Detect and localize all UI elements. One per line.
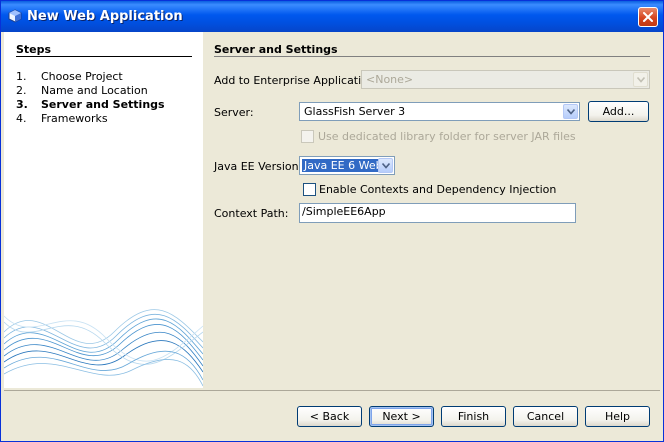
enterprise-application-combo: <None> [361,70,650,89]
server-value: GlassFish Server 3 [304,105,406,118]
step-label: Choose Project [41,70,123,83]
server-combo[interactable]: GlassFish Server 3 [299,102,580,121]
step-server-and-settings: 3. Server and Settings [16,98,165,111]
finish-button[interactable]: Finish [441,406,506,427]
step-number: 4. [16,112,27,125]
enterprise-application-label: Add to Enterprise Application: [214,74,379,87]
new-web-application-dialog: New Web Application Steps 1. Choose Proje… [0,0,664,442]
step-label: Server and Settings [41,98,165,111]
javaee-version-combo[interactable]: Java EE 6 Web [299,156,395,175]
close-icon [643,12,653,22]
close-button[interactable] [638,7,658,27]
step-name-and-location: 2. Name and Location [16,84,148,97]
chevron-down-icon [567,109,575,115]
step-choose-project: 1. Choose Project [16,70,123,83]
add-server-button[interactable]: Add... [588,101,649,122]
title-bar[interactable]: New Web Application [1,1,663,32]
netbeans-cube-icon [8,9,22,23]
server-label: Server: [214,106,254,119]
decorative-wave-graphic [4,309,203,387]
context-path-input[interactable] [302,205,572,218]
back-button[interactable]: < Back [297,406,362,427]
library-folder-label: Use dedicated library folder for server … [318,130,576,143]
dropdown-button[interactable] [563,104,578,119]
chevron-down-icon [637,77,645,83]
chevron-down-icon [382,163,390,169]
cdi-checkbox[interactable] [303,183,316,196]
section-heading: Server and Settings [214,43,338,56]
step-number: 1. [16,70,27,83]
steps-divider [16,56,192,57]
javaee-version-value: Java EE 6 Web [302,159,385,172]
cancel-button[interactable]: Cancel [513,406,578,427]
help-button[interactable]: Help [585,406,650,427]
dropdown-button[interactable] [378,158,393,173]
steps-panel: Steps 1. Choose Project 2. Name and Locati… [4,32,203,388]
javaee-version-label: Java EE Version: [214,160,303,173]
settings-panel: Server and Settings Add to Enterprise Ap… [203,32,660,388]
step-label: Frameworks [41,112,108,125]
button-bar-divider [4,390,660,391]
step-frameworks: 4. Frameworks [16,112,108,125]
step-number: 3. [16,98,28,111]
next-button[interactable]: Next > [369,406,434,427]
context-path-label: Context Path: [214,207,289,220]
dropdown-button [633,72,648,87]
context-path-field[interactable] [299,203,576,223]
steps-heading: Steps [16,43,52,56]
step-number: 2. [16,84,27,97]
library-folder-checkbox [301,130,314,143]
enterprise-application-value: <None> [366,73,414,86]
section-divider [214,56,650,57]
window-title: New Web Application [27,9,183,24]
step-label: Name and Location [41,84,148,97]
cdi-checkbox-label[interactable]: Enable Contexts and Dependency Injection [319,183,556,196]
